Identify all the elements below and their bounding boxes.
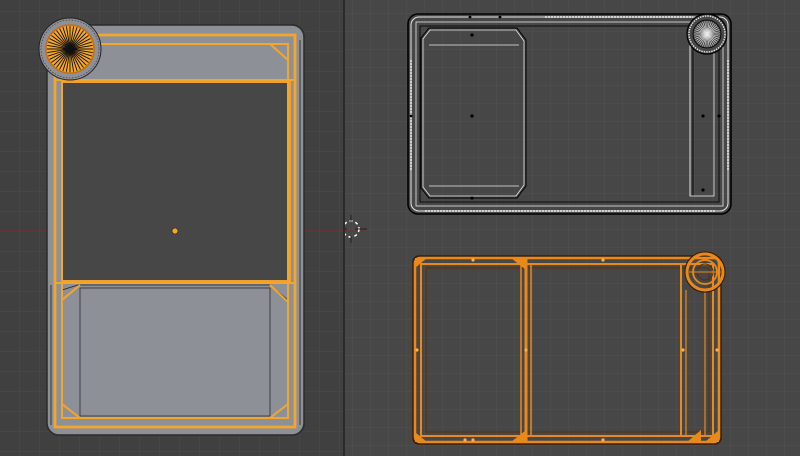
dial-wheel-icon[interactable] (38, 17, 102, 81)
viewport-front[interactable] (0, 0, 343, 456)
viewport-top[interactable] (345, 0, 800, 456)
front-view-canvas[interactable] (0, 0, 343, 456)
dial-wheel-wire-icon[interactable] (686, 13, 728, 55)
top-view-canvas[interactable] (345, 0, 800, 456)
object-origin-icon (171, 227, 179, 235)
